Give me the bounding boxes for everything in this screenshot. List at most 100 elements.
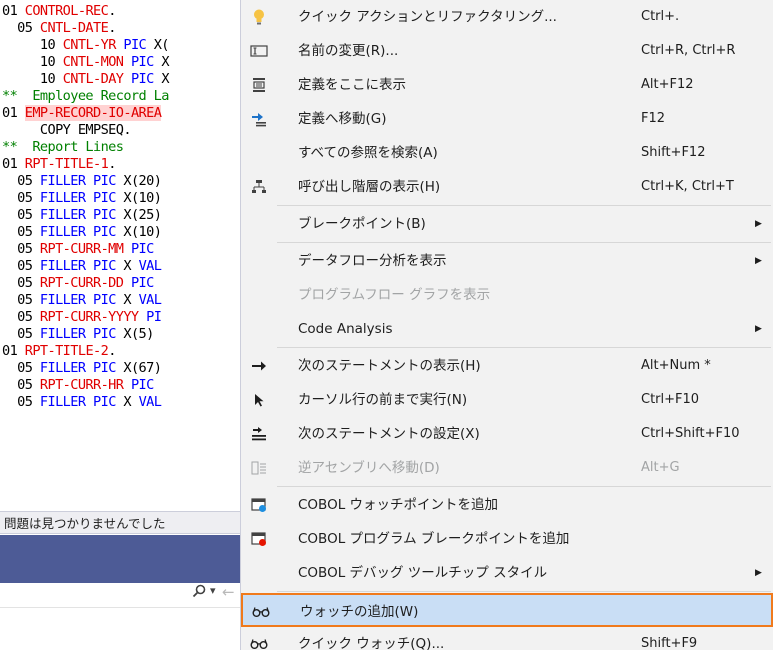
code-line[interactable]: 05 CNTL-DATE. (2, 20, 169, 37)
code-token: RPT-TITLE-1 (24, 156, 109, 172)
code-line[interactable]: 05 FILLER PIC X(10) (2, 224, 169, 241)
menu-item-shortcut: Ctrl+R, Ctrl+R (641, 43, 736, 58)
menu-item-label: 名前の変更(R)... (298, 43, 399, 59)
code-token: 01 (2, 3, 25, 19)
code-line[interactable]: 05 RPT-CURR-YYYY PI (2, 309, 169, 326)
menu-item[interactable]: データフロー分析を表示 ▶ (241, 244, 773, 278)
menu-separator (277, 486, 771, 487)
code-token: RPT-CURR-HR (39, 377, 124, 393)
code-token: RPT-CURR-MM (39, 241, 124, 257)
code-token: VAL (138, 292, 162, 308)
code-line[interactable]: 01 RPT-TITLE-2. (2, 343, 169, 360)
code-line[interactable]: 01 CONTROL-REC. (2, 3, 169, 20)
code-token: PIC (93, 360, 116, 376)
code-token: X (115, 258, 139, 274)
code-token: . (108, 20, 116, 36)
code-token: 05 (2, 224, 40, 240)
menu-item[interactable]: ウォッチの追加(W) (241, 593, 773, 627)
menu-item[interactable]: 定義をここに表示 Alt+F12 (241, 68, 773, 102)
menu-item[interactable]: 次のステートメントの表示(H) Alt+Num * (241, 349, 773, 383)
menu-item: プログラムフロー グラフを表示 (241, 278, 773, 312)
code-text[interactable]: 01 CONTROL-REC. 05 CNTL-DATE. 10 CNTL-YR… (2, 3, 170, 411)
code-line[interactable]: 05 FILLER PIC X(67) (2, 360, 169, 377)
code-line[interactable]: 05 FILLER PIC X(25) (2, 207, 169, 224)
code-line[interactable]: 05 RPT-CURR-DD PIC (2, 275, 169, 292)
menu-item[interactable]: カーソル行の前まで実行(N) Ctrl+F10 (241, 383, 773, 417)
panel-header (0, 535, 240, 583)
code-token: FILLER (39, 224, 86, 240)
code-line[interactable]: COPY EMPSEQ. (2, 122, 169, 139)
menu-item-icon-slot (241, 207, 277, 241)
code-line[interactable]: 05 RPT-CURR-MM PIC (2, 241, 169, 258)
code-line[interactable]: 10 CNTL-DAY PIC X (2, 71, 170, 88)
code-line[interactable]: 10 CNTL-MON PIC X (2, 54, 170, 71)
code-token: PI (146, 309, 162, 325)
menu-item[interactable]: COBOL プログラム ブレークポイントを追加 (241, 522, 773, 556)
menu-item[interactable]: 次のステートメントの設定(X) Ctrl+Shift+F10 (241, 417, 773, 451)
code-token: 01 (2, 156, 25, 172)
menu-item-shortcut: Ctrl+Shift+F10 (641, 426, 740, 441)
menu-item-label: COBOL プログラム ブレークポイントを追加 (298, 531, 570, 547)
code-token: RPT-TITLE-2 (24, 343, 109, 359)
search-dropdown-icon[interactable]: ▾ (210, 584, 216, 597)
code-line[interactable]: 10 CNTL-YR PIC X( (2, 37, 170, 54)
code-line[interactable]: 05 RPT-CURR-HR PIC (2, 377, 169, 394)
search-row[interactable]: ▾ ← (0, 583, 240, 607)
menu-item-label: Code Analysis (298, 321, 393, 337)
menu-item[interactable]: COBOL ウォッチポイントを追加 (241, 488, 773, 522)
menu-item-label: 次のステートメントの表示(H) (298, 358, 481, 374)
glasses-icon (241, 627, 277, 661)
code-token: FILLER (39, 326, 86, 342)
peek-definition-icon (241, 68, 277, 102)
code-line[interactable]: 01 EMP-RECORD-IO-AREA (2, 105, 169, 122)
search-icon[interactable] (192, 584, 206, 602)
back-arrow-icon[interactable]: ← (222, 583, 235, 601)
menu-item-icon-slot (241, 136, 277, 170)
code-editor[interactable]: 01 CONTROL-REC. 05 CNTL-DATE. 10 CNTL-YR… (0, 0, 240, 510)
menu-item[interactable]: COBOL デバッグ ツールチップ スタイル ▶ (241, 556, 773, 590)
menu-item[interactable]: Code Analysis ▶ (241, 312, 773, 346)
code-line[interactable]: 05 FILLER PIC X(10) (2, 190, 169, 207)
code-line[interactable]: ** Employee Record La (2, 88, 169, 105)
menu-item[interactable]: 定義へ移動(G) F12 (241, 102, 773, 136)
code-token: RPT-CURR-YYYY (39, 309, 139, 325)
code-token: VAL (138, 394, 162, 410)
code-line[interactable]: ** Report Lines (2, 139, 169, 156)
menu-item[interactable]: クイック アクションとリファクタリング... Ctrl+. (241, 0, 773, 34)
code-token: PIC (130, 54, 154, 70)
code-token: X (115, 394, 139, 410)
rename-icon (241, 34, 277, 68)
menu-item-shortcut: Shift+F9 (641, 636, 698, 651)
code-line[interactable]: 05 FILLER PIC X(20) (2, 173, 169, 190)
menu-item-label: ウォッチの追加(W) (300, 604, 419, 620)
code-token: 05 (2, 241, 40, 257)
context-menu: クイック アクションとリファクタリング... Ctrl+. 名前の変更(R)... C… (240, 0, 773, 652)
menu-item[interactable]: クイック ウォッチ(Q)... Shift+F9 (241, 627, 773, 661)
code-token: PIC (93, 207, 116, 223)
code-token: PIC (130, 241, 154, 257)
results-area (0, 607, 240, 651)
code-token: VAL (138, 258, 162, 274)
code-token: PIC (93, 326, 116, 342)
code-line[interactable]: 05 FILLER PIC X VAL (2, 292, 169, 309)
code-line[interactable]: 05 FILLER PIC X(5) (2, 326, 169, 343)
code-line[interactable]: 05 FILLER PIC X VAL (2, 258, 169, 275)
menu-item-label: 次のステートメントの設定(X) (298, 426, 480, 442)
menu-item[interactable]: ブレークポイント(B) ▶ (241, 207, 773, 241)
menu-item[interactable]: 名前の変更(R)... Ctrl+R, Ctrl+R (241, 34, 773, 68)
menu-item[interactable]: すべての参照を検索(A) Shift+F12 (241, 136, 773, 170)
submenu-arrow-icon: ▶ (755, 219, 762, 229)
menu-item-label: COBOL ウォッチポイントを追加 (298, 497, 499, 513)
code-line[interactable]: 01 RPT-TITLE-1. (2, 156, 169, 173)
menu-item[interactable]: 呼び出し階層の表示(H) Ctrl+K, Ctrl+T (241, 170, 773, 204)
code-token: FILLER (39, 173, 86, 189)
watchpoint-icon (241, 488, 277, 522)
code-line[interactable]: 05 FILLER PIC X VAL (2, 394, 169, 411)
code-token: 01 (2, 343, 25, 359)
